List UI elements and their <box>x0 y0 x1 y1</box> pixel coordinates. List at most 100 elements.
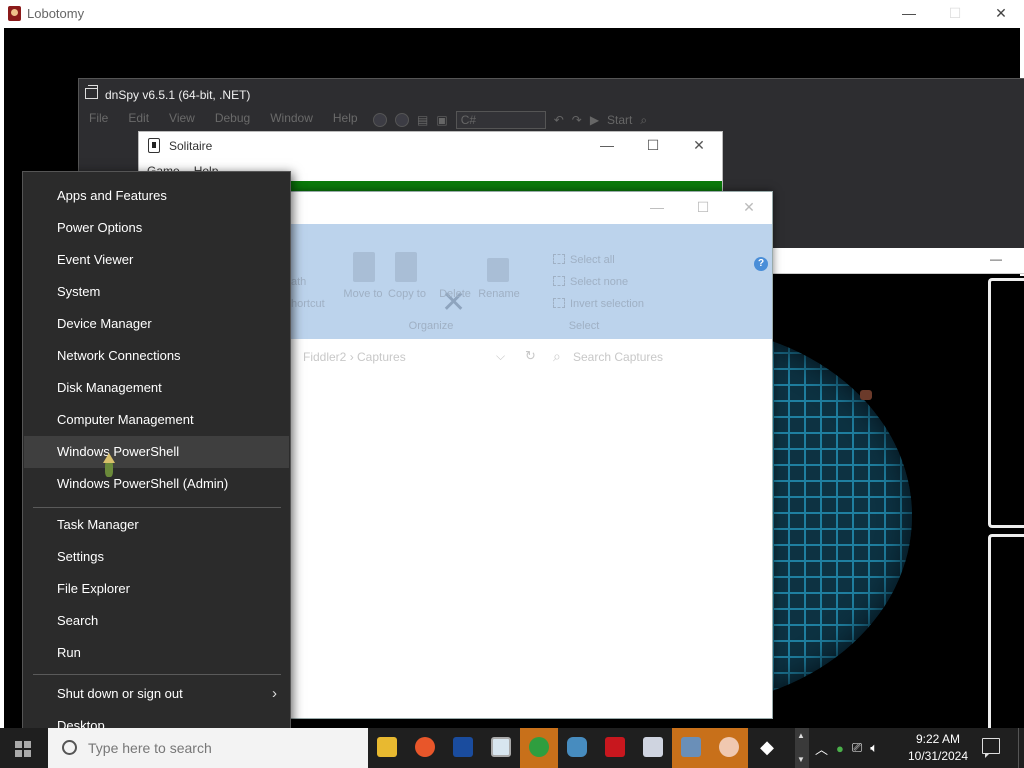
back-icon[interactable] <box>373 113 387 127</box>
user-status-icon[interactable]: ● <box>836 741 844 756</box>
notification-center-icon[interactable] <box>982 738 1000 758</box>
minimize-button[interactable]: — <box>886 0 932 28</box>
undo-icon[interactable]: ↶ <box>554 113 564 127</box>
dnspy-menubar: File Edit View Debug Window Help <box>89 111 358 125</box>
show-hidden-icons-chevron-icon[interactable]: ︿ <box>815 739 828 758</box>
minimize-icon[interactable]: — <box>990 252 1002 266</box>
computer-network-icon <box>681 737 701 757</box>
menu-item-disk-management[interactable]: Disk Management <box>24 372 289 404</box>
redo-icon[interactable]: ↷ <box>572 113 582 127</box>
taskbar-scroll-arrows[interactable] <box>795 728 809 768</box>
language-dropdown[interactable]: C# <box>455 111 546 129</box>
winx-power-user-menu: Apps and Features Power Options Event Vi… <box>22 171 291 750</box>
select-none-button[interactable]: Select none <box>553 276 628 288</box>
secondary-window-titlebar: — <box>770 248 1024 274</box>
show-desktop-button[interactable] <box>1018 728 1024 768</box>
lobotomy-titlebar[interactable]: Lobotomy — ☐ ✕ <box>0 0 1024 28</box>
taskbar-flash[interactable] <box>596 728 634 768</box>
taskbar-file-explorer[interactable] <box>368 728 406 768</box>
network-icon[interactable]: ⎚ <box>852 740 862 756</box>
invert-selection-icon <box>553 298 565 308</box>
maximize-button[interactable]: ☐ <box>680 192 726 222</box>
menu-view[interactable]: View <box>169 111 195 125</box>
taskbar-firefox[interactable] <box>406 728 444 768</box>
volume-icon[interactable]: 🔈︎ <box>870 740 878 756</box>
menu-item-task-manager[interactable]: Task Manager <box>24 509 289 541</box>
ribbon-paste-shortcut-label[interactable]: hortcut <box>291 298 325 310</box>
dnspy-title: dnSpy v6.5.1 (64-bit, .NET) <box>105 88 251 102</box>
menu-item-shut-down-or-sign-out[interactable]: Shut down or sign out › <box>24 678 289 710</box>
refresh-icon[interactable]: ↻ <box>525 348 536 364</box>
shut-down-label: Shut down or sign out <box>57 686 183 701</box>
character-icon <box>719 737 739 757</box>
menu-item-apps-and-features[interactable]: Apps and Features <box>24 180 289 212</box>
game-scene <box>772 276 1024 728</box>
taskbar-anime-app-active[interactable] <box>710 728 748 768</box>
menu-item-network-connections[interactable]: Network Connections <box>24 340 289 372</box>
menu-item-settings[interactable]: Settings <box>24 541 289 573</box>
taskbar-powershell[interactable] <box>444 728 482 768</box>
menu-item-event-viewer[interactable]: Event Viewer <box>24 244 289 276</box>
windows-logo-icon <box>15 741 22 748</box>
menu-item-device-manager[interactable]: Device Manager <box>24 308 289 340</box>
forward-icon[interactable] <box>395 113 409 127</box>
menu-item-windows-powershell-admin[interactable]: Windows PowerShell (Admin) <box>24 468 289 500</box>
taskbar-network-app-active[interactable] <box>672 728 710 768</box>
select-all-icon <box>553 254 565 264</box>
open-icon[interactable]: ▤ <box>417 113 428 127</box>
move-to-button[interactable]: Move to <box>341 288 385 300</box>
close-button[interactable]: ✕ <box>676 132 722 160</box>
search-input[interactable]: Search Captures <box>553 348 663 365</box>
system-tray: ︿ ● ⎚ 🔈︎ <box>815 728 878 768</box>
menu-help[interactable]: Help <box>333 111 358 125</box>
people-icon <box>529 737 549 757</box>
search-icon[interactable]: ⌕ <box>640 113 647 128</box>
menu-item-file-explorer[interactable]: File Explorer <box>24 573 289 605</box>
menu-separator <box>33 507 281 508</box>
taskbar-godot[interactable] <box>558 728 596 768</box>
ribbon-copy-path-label[interactable]: ath <box>291 276 306 288</box>
close-button[interactable]: ✕ <box>726 192 772 222</box>
delete-button[interactable]: Delete <box>433 288 477 300</box>
copy-to-button[interactable]: Copy to <box>385 288 429 300</box>
taskbar-lobotomy-active[interactable] <box>520 728 558 768</box>
minimize-button[interactable]: — <box>634 192 680 222</box>
menu-debug[interactable]: Debug <box>215 111 250 125</box>
menu-item-search[interactable]: Search <box>24 605 289 637</box>
game-object <box>860 390 872 400</box>
minimize-button[interactable]: — <box>584 132 630 160</box>
menu-edit[interactable]: Edit <box>128 111 149 125</box>
select-group-label: Select <box>568 320 600 332</box>
game-panel-top <box>988 278 1024 528</box>
start-icon[interactable]: ▶ <box>590 113 599 127</box>
menu-item-windows-powershell[interactable]: Windows PowerShell <box>24 436 289 468</box>
copy-to-icon <box>395 252 417 282</box>
clock[interactable]: 9:22 AM 10/31/2024 <box>905 731 971 765</box>
taskbar-app-window[interactable] <box>482 728 520 768</box>
restore-window-icon <box>85 85 98 99</box>
start-button[interactable]: Start <box>607 113 632 127</box>
breadcrumb[interactable]: Fiddler2 › Captures <box>303 350 406 364</box>
rename-button[interactable]: Rename <box>477 288 521 300</box>
menu-window[interactable]: Window <box>270 111 313 125</box>
chevron-down-icon[interactable]: ⌵ <box>496 349 505 364</box>
invert-selection-button[interactable]: Invert selection <box>553 298 644 310</box>
close-button[interactable]: ✕ <box>978 0 1024 28</box>
taskbar-search-input[interactable]: Type here to search <box>48 728 368 768</box>
maximize-button[interactable]: ☐ <box>630 132 676 160</box>
start-button[interactable] <box>0 728 48 768</box>
menu-item-system[interactable]: System <box>24 276 289 308</box>
save-icon[interactable]: ▣ <box>436 113 447 127</box>
menu-separator <box>33 674 281 675</box>
taskbar-app-grid[interactable] <box>634 728 672 768</box>
menu-item-run[interactable]: Run <box>24 637 289 669</box>
flash-icon <box>605 737 625 757</box>
menu-item-power-options[interactable]: Power Options <box>24 212 289 244</box>
menu-file[interactable]: File <box>89 111 108 125</box>
select-all-button[interactable]: Select all <box>553 254 615 266</box>
taskbar-unity[interactable]: ◆ <box>748 728 786 768</box>
menu-item-computer-management[interactable]: Computer Management <box>24 404 289 436</box>
help-icon[interactable]: ? <box>754 257 768 271</box>
powershell-icon <box>453 737 473 757</box>
game-panel-bottom <box>988 534 1024 728</box>
